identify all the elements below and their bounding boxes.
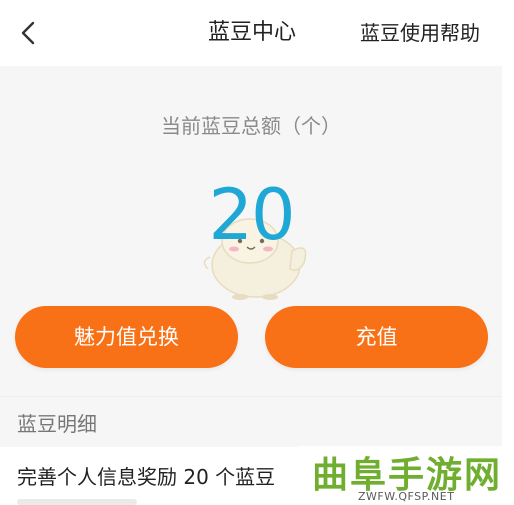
balance-label: 当前蓝豆总额（个）: [161, 114, 341, 138]
balance-amount: 20: [208, 174, 295, 256]
details-section-header: 蓝豆明细: [0, 396, 502, 447]
site-watermark: 曲阜手游网 ZWFW.QFSP.NET: [298, 446, 510, 505]
recharge-button[interactable]: 充值: [265, 306, 488, 368]
top-bar: 蓝豆中心 蓝豆使用帮助: [0, 0, 514, 66]
watermark-url: ZWFW.QFSP.NET: [358, 490, 455, 503]
charm-exchange-button[interactable]: 魅力值兑换: [15, 306, 238, 368]
help-link[interactable]: 蓝豆使用帮助: [360, 18, 480, 48]
details-section-label: 蓝豆明细: [17, 412, 97, 436]
list-item-title: 完善个人信息奖励 20 个蓝豆: [17, 465, 276, 489]
balance-summary: 当前蓝豆总额（个） 20 魅力值兑换 充值: [0, 66, 502, 396]
list-item-subtext-placeholder: [17, 499, 137, 505]
